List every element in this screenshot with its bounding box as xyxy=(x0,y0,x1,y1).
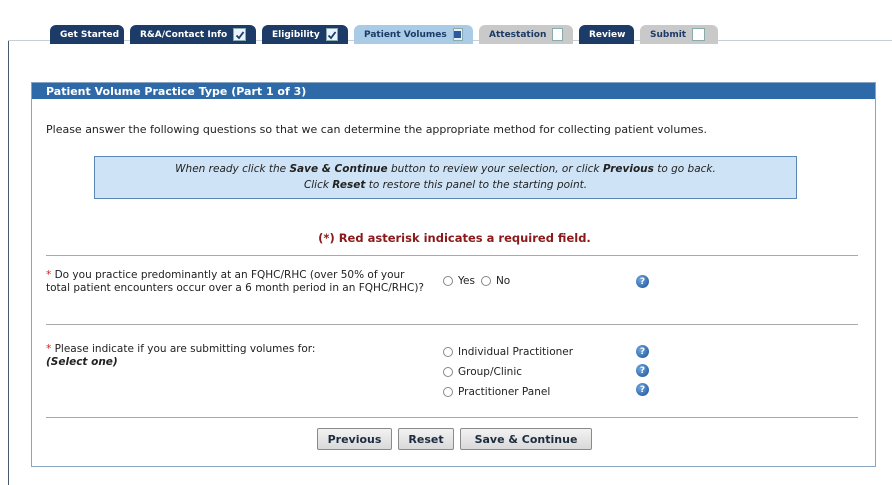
fqhc-radio-group: Yes No xyxy=(443,275,510,287)
help-icon[interactable]: ? xyxy=(636,275,649,288)
wizard-tab-bar: Get Started R&A/Contact Info Eligibility… xyxy=(50,24,724,44)
reset-button[interactable]: Reset xyxy=(398,428,454,450)
in-progress-icon xyxy=(452,28,463,41)
group-clinic-option: Group/Clinic xyxy=(443,366,522,378)
radio-label: Yes xyxy=(458,275,475,287)
info-text: to go back. xyxy=(653,163,716,175)
panel-title: Patient Volume Practice Type (Part 1 of … xyxy=(32,83,875,99)
divider xyxy=(46,417,858,418)
individual-practitioner-radio[interactable] xyxy=(443,347,453,357)
tab-label: Submit xyxy=(650,29,687,40)
info-text: to restore this panel to the starting po… xyxy=(365,179,588,191)
empty-status-icon xyxy=(692,28,706,41)
divider xyxy=(46,255,858,256)
question-volume-type: * Please indicate if you are submitting … xyxy=(46,343,426,369)
question-text: Do you practice predominantly at an FQHC… xyxy=(46,269,424,294)
tab-submit[interactable]: Submit xyxy=(640,25,718,44)
tab-label: Review xyxy=(589,29,626,40)
radio-label: Individual Practitioner xyxy=(458,346,574,358)
intro-text: Please answer the following questions so… xyxy=(46,123,708,136)
required-field-note: (*) Red asterisk indicates a required fi… xyxy=(318,231,591,245)
patient-volume-panel: Patient Volume Practice Type (Part 1 of … xyxy=(31,82,876,467)
checkmark-icon xyxy=(233,28,246,41)
instructions-box: When ready click the Save & Continue but… xyxy=(94,156,797,199)
info-text: When ready click the xyxy=(175,163,290,175)
tab-ra-contact-info[interactable]: R&A/Contact Info xyxy=(130,25,256,44)
tab-label: Get Started xyxy=(60,29,120,40)
radio-label: No xyxy=(495,275,511,287)
page-frame-left-border xyxy=(8,40,9,485)
tab-label: Eligibility xyxy=(272,29,320,40)
yes-radio[interactable] xyxy=(443,276,453,286)
individual-practitioner-option: Individual Practitioner xyxy=(443,346,573,358)
tab-label: Patient Volumes xyxy=(364,29,447,40)
info-text: Click xyxy=(303,179,333,191)
tab-eligibility[interactable]: Eligibility xyxy=(262,25,348,44)
divider xyxy=(46,324,858,325)
info-emphasis: Save & Continue xyxy=(289,163,388,175)
question-text: Please indicate if you are submitting vo… xyxy=(51,343,316,355)
practitioner-panel-radio[interactable] xyxy=(443,387,453,397)
tab-label: Attestation xyxy=(489,29,547,40)
no-radio[interactable] xyxy=(480,276,491,286)
select-one-hint: (Select one) xyxy=(46,356,118,368)
help-icon[interactable]: ? xyxy=(636,364,649,377)
tab-review[interactable]: Review xyxy=(579,25,634,44)
info-emphasis: Reset xyxy=(332,179,366,191)
tab-patient-volumes[interactable]: Patient Volumes xyxy=(354,25,473,44)
practitioner-panel-option: Practitioner Panel xyxy=(443,386,550,398)
group-clinic-radio[interactable] xyxy=(443,367,453,377)
tab-label: R&A/Contact Info xyxy=(140,29,228,40)
help-icon[interactable]: ? xyxy=(636,383,649,396)
previous-button[interactable]: Previous xyxy=(317,428,392,450)
tab-attestation[interactable]: Attestation xyxy=(479,25,573,44)
info-text: button to review your selection, or clic… xyxy=(387,163,603,175)
empty-status-icon xyxy=(552,28,563,41)
info-emphasis: Previous xyxy=(602,163,654,175)
radio-label: Practitioner Panel xyxy=(458,386,551,398)
radio-label: Group/Clinic xyxy=(458,366,523,378)
help-icon[interactable]: ? xyxy=(636,345,649,358)
checkmark-icon xyxy=(325,28,338,41)
tab-get-started[interactable]: Get Started xyxy=(50,25,124,44)
question-fqhc: * Do you practice predominantly at an FQ… xyxy=(46,269,426,295)
save-continue-button[interactable]: Save & Continue xyxy=(460,428,592,450)
